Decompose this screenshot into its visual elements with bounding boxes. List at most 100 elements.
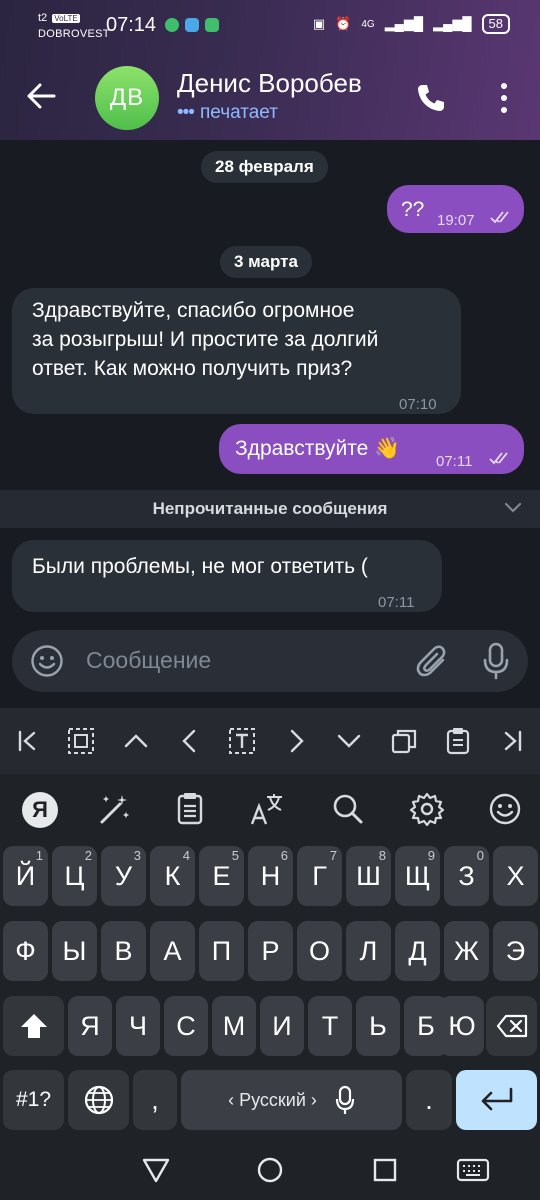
message-time: 07:11: [436, 453, 473, 470]
signal-icon: ▂▄▆█: [433, 16, 472, 31]
backspace-key[interactable]: [486, 996, 537, 1056]
search-icon[interactable]: [330, 792, 366, 826]
message-composer[interactable]: Сообщение: [12, 630, 528, 692]
key-ы[interactable]: Ы: [52, 921, 97, 981]
key-щ[interactable]: Щ9: [395, 846, 440, 906]
microphone-icon[interactable]: [335, 1085, 355, 1115]
incoming-message[interactable]: Были проблемы, не мог ответить ( 07:11: [12, 540, 442, 612]
alarm-icon: ⏰: [335, 16, 352, 31]
keyboard-icon[interactable]: [456, 1156, 490, 1184]
key-д[interactable]: Д: [395, 921, 440, 981]
key-г[interactable]: Г7: [297, 846, 342, 906]
typing-status-label: печатает: [199, 102, 278, 123]
chevron-right-icon[interactable]: [281, 726, 311, 756]
more-vertical-icon[interactable]: [497, 80, 511, 116]
unread-label: Непрочитанные сообщения: [152, 499, 388, 518]
key-х[interactable]: Х: [493, 846, 538, 906]
notification-icon: [205, 18, 219, 32]
key-и[interactable]: И: [260, 996, 304, 1056]
contact-name[interactable]: Денис Воробев: [177, 68, 362, 99]
home-circle-icon[interactable]: [255, 1156, 285, 1184]
emoji-icon[interactable]: [487, 792, 523, 826]
magic-wand-icon[interactable]: [96, 792, 132, 826]
chevron-down-icon[interactable]: [504, 502, 522, 514]
symbols-key[interactable]: #1?: [3, 1070, 64, 1130]
key-ь[interactable]: Ь: [356, 996, 400, 1056]
outgoing-message[interactable]: ?? 19:07: [387, 185, 524, 233]
signal-label: 4G: [361, 18, 375, 30]
key-ю[interactable]: Ю: [440, 996, 484, 1056]
notification-icon: [185, 18, 199, 32]
select-all-icon[interactable]: [66, 726, 96, 756]
key-л[interactable]: Л: [346, 921, 391, 981]
enter-key[interactable]: [456, 1070, 537, 1130]
status-carrier-name: DOBROVEST: [38, 28, 110, 40]
key-ш[interactable]: Ш8: [346, 846, 391, 906]
clipboard-icon[interactable]: [443, 726, 473, 756]
incoming-message[interactable]: Здравствуйте, спасибо огромное за розыгр…: [12, 288, 461, 414]
cursor-end-icon[interactable]: [498, 726, 528, 756]
key-а[interactable]: А: [150, 921, 195, 981]
paperclip-icon[interactable]: [416, 644, 450, 680]
key-с[interactable]: С: [164, 996, 208, 1056]
gear-icon[interactable]: [409, 792, 445, 826]
status-time: 07:14: [106, 14, 157, 36]
key-т[interactable]: Т: [308, 996, 352, 1056]
key-ж[interactable]: Ж: [444, 921, 489, 981]
backspace-icon: [496, 1014, 527, 1038]
keyboard-toolbar: Я: [0, 774, 540, 844]
chevron-left-icon[interactable]: [175, 726, 205, 756]
emoji-icon[interactable]: [30, 644, 64, 678]
key-к[interactable]: К4: [150, 846, 195, 906]
key-ф[interactable]: Ф: [3, 921, 48, 981]
read-ticks-icon: [490, 211, 509, 224]
key-п[interactable]: П: [199, 921, 244, 981]
status-right: ▣ ⏰ 4G ▂▄▆█ ▂▄▆█ 58: [313, 14, 510, 34]
key-ц[interactable]: Ц2: [52, 846, 97, 906]
typing-dots-icon: •••: [177, 102, 195, 123]
signal-icon: ▂▄▆█: [384, 16, 424, 31]
key-н[interactable]: Н6: [248, 846, 293, 906]
language-key[interactable]: [68, 1070, 129, 1130]
microphone-icon[interactable]: [482, 642, 510, 680]
chat-area[interactable]: 28 февраля ?? 19:07 3 марта Здравствуйте…: [0, 140, 540, 708]
outgoing-message[interactable]: Здравствуйте 👋 07:11: [219, 424, 524, 474]
recents-square-icon[interactable]: [370, 1156, 400, 1184]
shift-arrow-icon: [20, 1014, 47, 1038]
key-о[interactable]: О: [297, 921, 342, 981]
notification-icon: [165, 18, 179, 32]
text-edit-bar: [0, 708, 540, 774]
key-р[interactable]: Р: [248, 921, 293, 981]
cursor-start-icon[interactable]: [12, 726, 42, 756]
top-zone: t2 VoLTE DOBROVEST 07:14 ▣ ⏰ 4G ▂▄▆█ ▂▄▆…: [0, 0, 540, 140]
key-й[interactable]: Й1: [3, 846, 48, 906]
avatar[interactable]: ДВ: [95, 66, 159, 130]
space-key[interactable]: ‹ Русский ›: [181, 1070, 402, 1130]
key-я[interactable]: Я: [68, 996, 112, 1056]
key-з[interactable]: З0: [444, 846, 489, 906]
translate-icon[interactable]: [249, 792, 285, 826]
back-arrow-icon[interactable]: [26, 82, 56, 110]
copy-icon[interactable]: [389, 726, 419, 756]
key-у[interactable]: У3: [101, 846, 146, 906]
back-triangle-icon[interactable]: [141, 1156, 171, 1184]
chevron-down-icon[interactable]: [334, 726, 364, 756]
message-line: Здравствуйте, спасибо огромное: [32, 299, 355, 322]
yandex-logo-icon[interactable]: Я: [22, 792, 58, 828]
period-key[interactable]: .: [406, 1070, 452, 1130]
phone-icon[interactable]: [415, 82, 447, 114]
message-text: Здравствуйте 👋: [235, 437, 401, 460]
shift-key[interactable]: [3, 996, 64, 1056]
chevron-up-icon[interactable]: [121, 726, 151, 756]
message-input[interactable]: Сообщение: [86, 647, 211, 674]
key-ч[interactable]: Ч: [116, 996, 160, 1056]
comma-key[interactable]: ,: [133, 1070, 177, 1130]
key-м[interactable]: М: [212, 996, 256, 1056]
text-select-icon[interactable]: [227, 726, 257, 756]
key-в[interactable]: В: [101, 921, 146, 981]
message-time: 19:07: [437, 212, 475, 229]
key-э[interactable]: Э: [493, 921, 538, 981]
key-е[interactable]: Е5: [199, 846, 244, 906]
clipboard-icon[interactable]: [172, 792, 208, 826]
globe-icon: [84, 1085, 113, 1115]
